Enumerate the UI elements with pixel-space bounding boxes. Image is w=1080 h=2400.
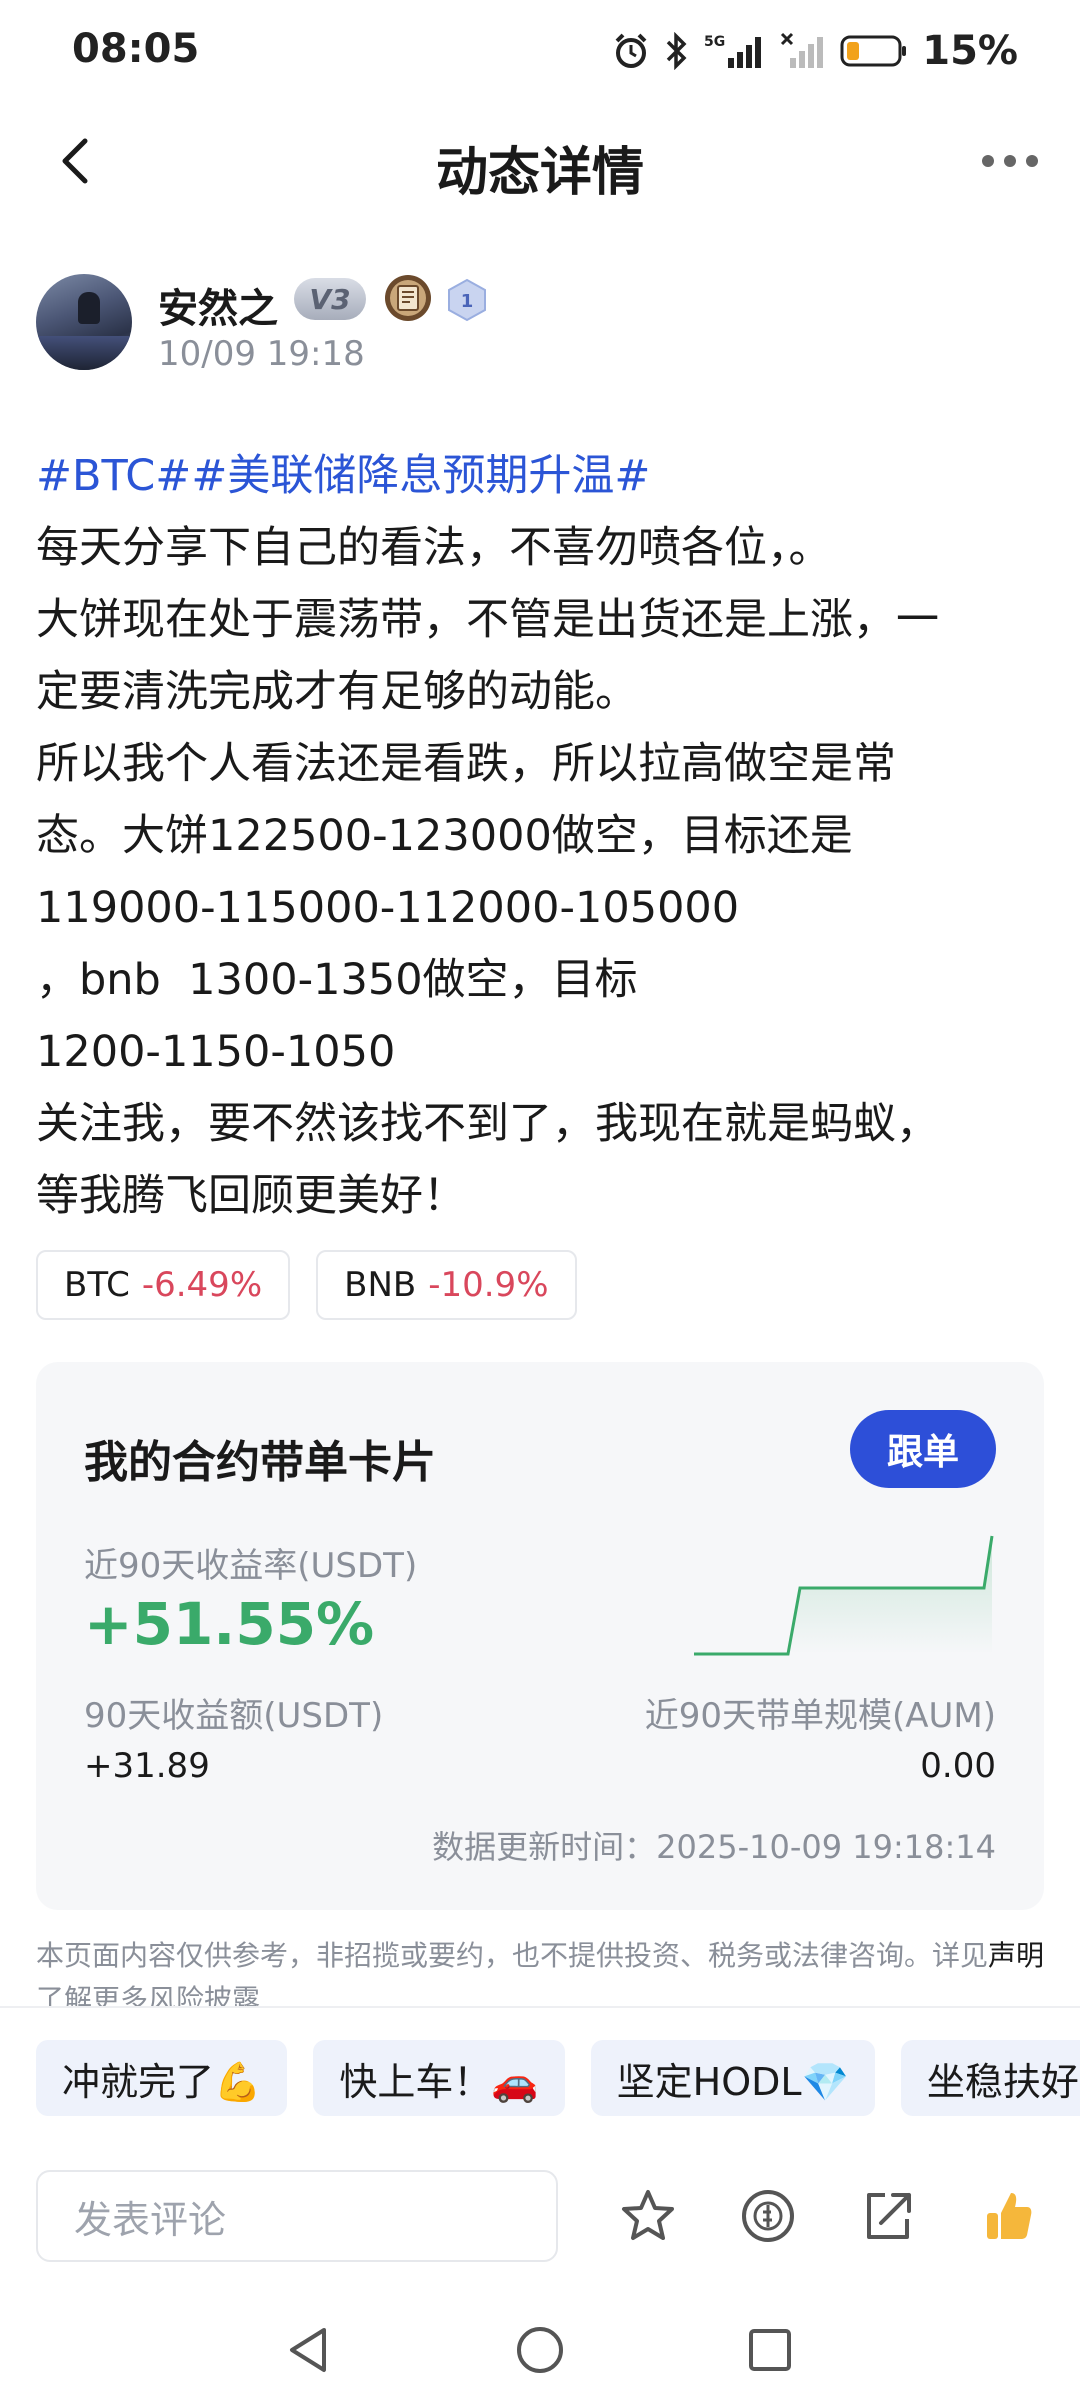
post-time: 10/09 19:18 [158, 334, 365, 374]
thumbs-up-icon [987, 2193, 1032, 2239]
risk-disclaimer: 本页面内容仅供参考，非招揽或要约，也不提供投资、税务或法律咨询。详见声明了解更多… [36, 1934, 1046, 2008]
signal-empty-icon [781, 32, 824, 68]
pnl-value: +31.89 [84, 1746, 210, 1786]
pnl-label: 90天收益额(USDT) [84, 1696, 384, 1736]
status-time: 08:05 [72, 26, 200, 72]
like-button[interactable] [976, 2184, 1040, 2248]
vip-badge: V3 [294, 278, 366, 320]
share-button[interactable] [856, 2184, 920, 2248]
share-icon [867, 2193, 911, 2239]
aum-value: 0.00 [920, 1746, 996, 1786]
copy-trading-card[interactable]: 我的合约带单卡片 跟单 近90天收益率(USDT) +51.55% 90天收益额… [36, 1362, 1044, 1910]
alarm-icon [615, 33, 647, 68]
post-line: 119000-115000-112000-105000 [36, 883, 740, 933]
coin-change: -10.9% [428, 1265, 549, 1305]
post-line: 等我腾飞回顾更美好！ [36, 1171, 466, 1221]
data-update-time: 数据更新时间：2025-10-09 19:18:14 [432, 1828, 996, 1866]
disclaimer-text: 本页面内容仅供参考，非招揽或要约，也不提供投资、税务或法律咨询。详见 [36, 1939, 989, 1972]
page-header: 动态详情 [0, 110, 1080, 210]
nav-recents-button[interactable] [740, 2320, 800, 2380]
post-line: 1200-1150-1050 [36, 1027, 396, 1077]
coin-chips: BTC -6.49% BNB -10.9% [36, 1250, 577, 1320]
quick-reply-chip[interactable]: 坐稳扶好 [900, 2040, 1080, 2116]
post-line: ，bnb 1300-1350做空，目标 [36, 955, 638, 1005]
level-badge-icon: 1 [448, 278, 486, 322]
nav-back-icon [290, 2328, 326, 2372]
status-icons: 5G 15% [612, 28, 1018, 74]
nav-home-icon [517, 2327, 563, 2373]
post-line: 所以我个人看法还是看跌，所以拉高做空是常 [36, 739, 896, 789]
coin-chip-bnb[interactable]: BNB -10.9% [316, 1250, 577, 1320]
disclaimer-text-end: 了解更多风险披露 [36, 1983, 261, 2008]
roi-sparkline [694, 1535, 994, 1656]
coin-symbol: BNB [344, 1265, 417, 1305]
tip-button[interactable] [736, 2184, 800, 2248]
coin-symbol: BTC [64, 1265, 130, 1305]
status-bar: 08:05 5G 15% [0, 0, 1080, 100]
level-badge-text: 1 [461, 291, 474, 312]
coin-change: -6.49% [141, 1265, 263, 1305]
post-line: 关注我，要不然该找不到了，我现在就是蚂蚁， [36, 1099, 939, 1149]
quick-reply-bar: 冲就完了💪 快上车！🚗 坚定HODL💎 坐稳扶好 [36, 2040, 1080, 2116]
nav-back-button[interactable] [278, 2320, 338, 2380]
battery-icon [840, 35, 907, 67]
svg-text:5G: 5G [704, 34, 725, 50]
roi-label: 近90天收益率(USDT) [84, 1546, 418, 1586]
star-icon [622, 2190, 674, 2240]
quick-reply-chip[interactable]: 冲就完了💪 [36, 2040, 288, 2116]
card-title: 我的合约带单卡片 [84, 1437, 436, 1488]
tip-coin-icon [742, 2190, 794, 2242]
comment-input[interactable]: 发表评论 [36, 2170, 558, 2262]
aum-label: 近90天带单规模(AUM) [644, 1696, 996, 1736]
battery-percent: 15% [922, 28, 1018, 74]
more-icon [982, 155, 1038, 167]
roi-value: +51.55% [84, 1590, 375, 1658]
system-nav-bar [0, 2300, 1080, 2400]
author-block: 安然之 V3 1 10/09 19:18 [36, 270, 1036, 380]
post-line: 每天分享下自己的看法，不喜勿喷各位，。 [36, 523, 832, 573]
page-title: 动态详情 [435, 143, 644, 203]
signal-5g-icon: 5G [704, 34, 762, 68]
post-line: 大饼现在处于震荡带，不管是出货还是上涨，一 [36, 595, 939, 645]
quick-reply-chip[interactable]: 坚定HODL💎 [590, 2040, 875, 2116]
author-name[interactable]: 安然之 [158, 276, 278, 334]
avatar[interactable] [36, 274, 132, 370]
post-line: 态。大饼122500-123000做空，目标还是 [36, 811, 853, 861]
coin-chip-btc[interactable]: BTC -6.49% [36, 1250, 291, 1320]
follow-trade-button[interactable]: 跟单 [850, 1410, 996, 1488]
favorite-button[interactable] [616, 2184, 680, 2248]
post-content: #BTC##美联储降息预期升温# 每天分享下自己的看法，不喜勿喷各位，。 大饼现… [36, 440, 1046, 1232]
bluetooth-icon [667, 32, 687, 70]
quick-reply-chip[interactable]: 快上车！🚗 [313, 2040, 565, 2116]
more-button[interactable] [970, 126, 1050, 196]
nav-recents-icon [749, 2329, 791, 2371]
post-hashtags[interactable]: #BTC##美联储降息预期升温# [36, 440, 1046, 512]
medal-icon [385, 275, 431, 321]
disclaimer-link[interactable]: 声明 [988, 1939, 1044, 1972]
post-line: 定要清洗完成才有足够的动能。 [36, 667, 638, 717]
nav-home-button[interactable] [510, 2320, 570, 2380]
divider [0, 2006, 1080, 2008]
